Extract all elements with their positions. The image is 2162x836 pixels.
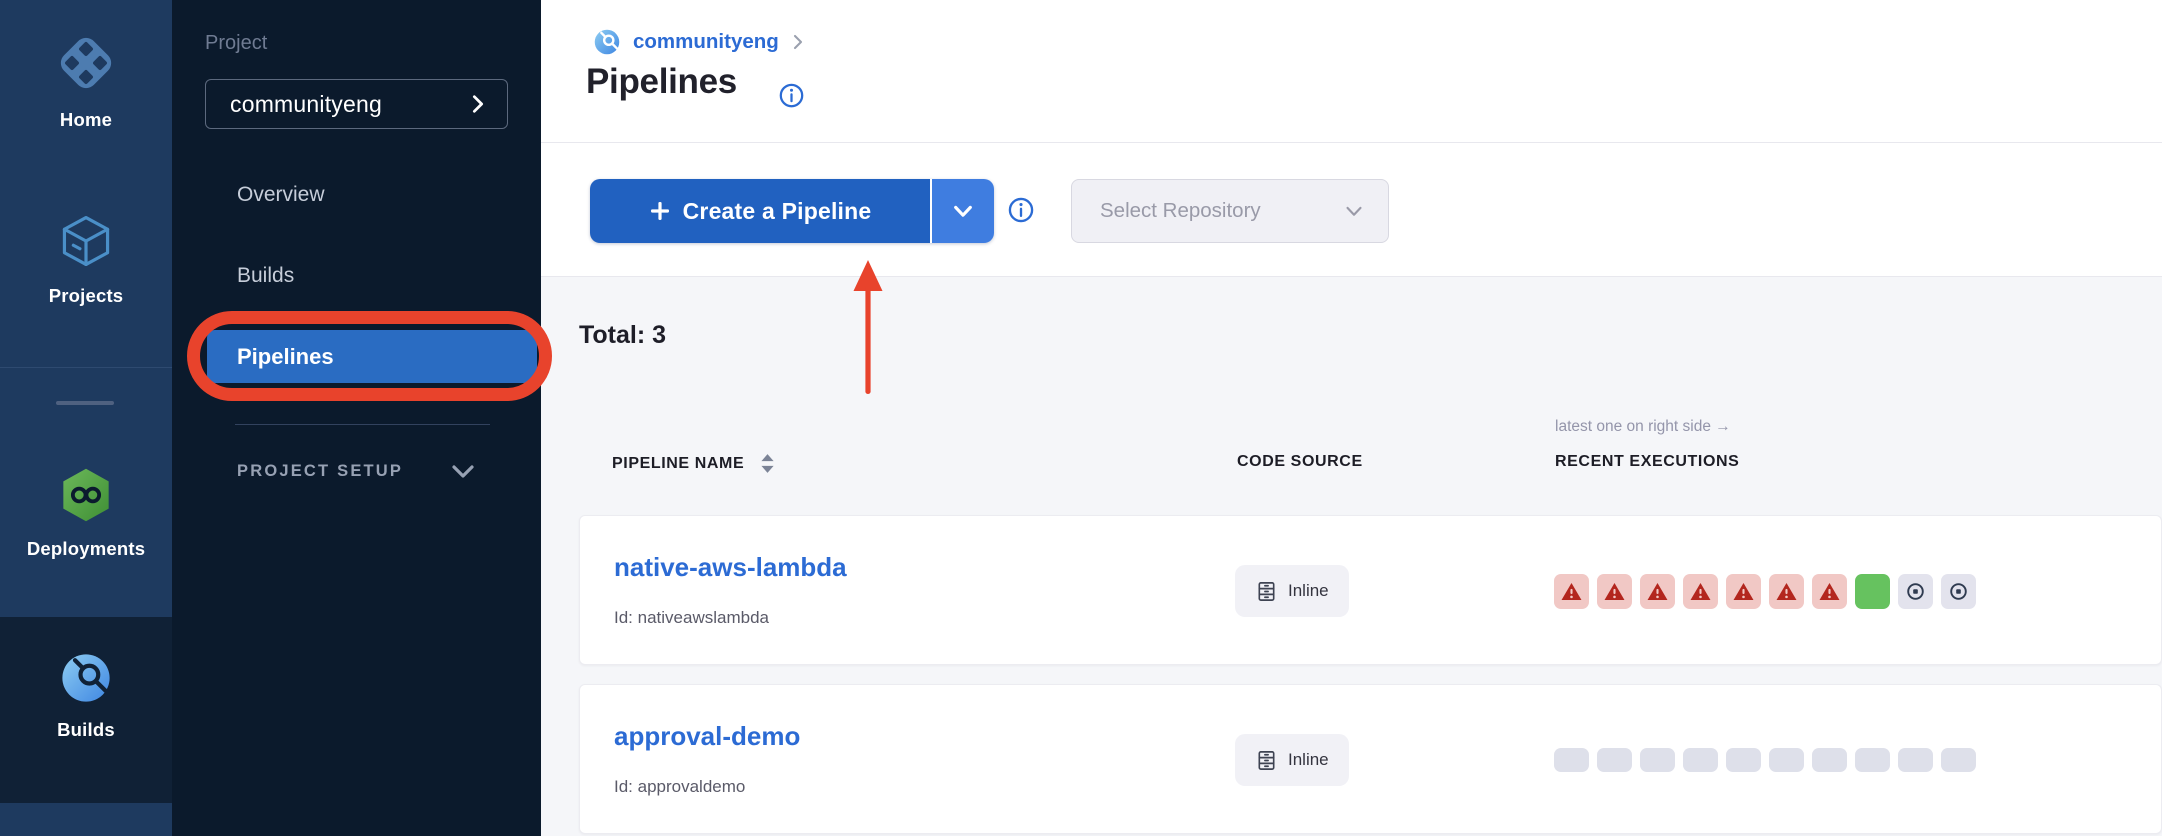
app-root: Home Projects Deployme xyxy=(0,0,2162,836)
execution-status-pending xyxy=(1640,748,1675,772)
home-icon xyxy=(54,31,118,95)
title-info-icon[interactable] xyxy=(778,82,805,109)
warning-triangle-icon xyxy=(1775,580,1798,603)
sidebar-item-overview[interactable]: Overview xyxy=(237,183,325,207)
chevron-down-icon xyxy=(451,464,475,480)
execution-status-failed[interactable] xyxy=(1769,574,1804,609)
pipeline-id: Id: approvaldemo xyxy=(614,777,745,797)
recent-executions-tiles xyxy=(1554,516,1976,666)
warning-triangle-icon xyxy=(1560,580,1583,603)
code-source-label: Inline xyxy=(1288,750,1329,770)
total-count: Total: 3 xyxy=(579,321,666,350)
execution-status-pending xyxy=(1941,748,1976,772)
column-header-code-source: CODE SOURCE xyxy=(1237,453,1363,471)
execution-status-failed[interactable] xyxy=(1554,574,1589,609)
column-header-recent-executions: RECENT EXECUTIONS xyxy=(1555,453,1739,471)
project-avatar-icon xyxy=(593,28,621,56)
rail-item-deployments[interactable]: Deployments xyxy=(0,466,172,560)
recent-executions-note: latest one on right side → xyxy=(1555,418,1731,436)
warning-triangle-icon xyxy=(1732,580,1755,603)
project-setup-label: PROJECT SETUP xyxy=(237,462,403,481)
breadcrumb-project-link[interactable]: communityeng xyxy=(633,30,779,54)
inline-store-icon xyxy=(1255,749,1278,772)
breadcrumb[interactable]: communityeng xyxy=(593,28,805,56)
warning-triangle-icon xyxy=(1603,580,1626,603)
chevron-down-icon xyxy=(952,204,974,219)
module-rail: Home Projects Deployme xyxy=(0,0,172,836)
chevron-right-icon xyxy=(469,93,487,115)
warning-triangle-icon xyxy=(1689,580,1712,603)
execution-status-pending xyxy=(1726,748,1761,772)
stopped-circle-icon xyxy=(1904,580,1927,603)
select-repository-placeholder: Select Repository xyxy=(1100,199,1261,223)
rail-item-home[interactable]: Home xyxy=(0,31,172,131)
page-header: communityeng Pipelines xyxy=(541,0,2162,143)
toolbar-info-icon[interactable] xyxy=(1007,196,1035,224)
project-setup-toggle[interactable]: PROJECT SETUP xyxy=(237,462,475,481)
sort-icon[interactable] xyxy=(760,453,775,474)
plus-icon xyxy=(649,200,671,222)
sidebar-item-pipelines-selected[interactable]: Pipelines xyxy=(207,330,537,383)
builds-circle-icon xyxy=(59,651,113,705)
rail-item-projects[interactable]: Projects xyxy=(0,211,172,307)
execution-status-pending xyxy=(1597,748,1632,772)
execution-status-pending xyxy=(1683,748,1718,772)
execution-status-pending xyxy=(1812,748,1847,772)
execution-status-pending xyxy=(1554,748,1589,772)
rail-divider-dash xyxy=(56,401,114,405)
create-pipeline-label: Create a Pipeline xyxy=(683,198,872,225)
main-area: communityeng Pipelines Create a Pipeline… xyxy=(541,0,2162,836)
chevron-down-icon xyxy=(1344,205,1364,218)
project-selector[interactable]: communityeng xyxy=(205,79,508,129)
recent-executions-tiles xyxy=(1554,685,1976,835)
execution-status-failed[interactable] xyxy=(1812,574,1847,609)
pipeline-name-link[interactable]: approval-demo xyxy=(614,721,800,752)
column-header-pipeline-name: PIPELINE NAME xyxy=(612,453,775,474)
sidebar-item-builds[interactable]: Builds xyxy=(237,264,294,288)
execution-status-failed[interactable] xyxy=(1726,574,1761,609)
pipelines-list-section: Total: 3 latest one on right side → PIPE… xyxy=(541,277,2162,836)
execution-status-failed[interactable] xyxy=(1597,574,1632,609)
project-sidebar: Project communityeng Overview Builds Pip… xyxy=(172,0,541,836)
sidebar-item-pipelines-label: Pipelines xyxy=(237,344,334,370)
code-source-badge: Inline xyxy=(1235,734,1349,786)
create-pipeline-button[interactable]: Create a Pipeline xyxy=(590,179,994,243)
create-pipeline-dropdown[interactable] xyxy=(932,179,994,243)
execution-status-success[interactable] xyxy=(1855,574,1890,609)
breadcrumb-chevron-icon xyxy=(791,33,805,51)
warning-triangle-icon xyxy=(1646,580,1669,603)
project-selector-value: communityeng xyxy=(230,91,382,118)
projects-cube-icon xyxy=(56,211,116,271)
rail-label-home: Home xyxy=(60,109,112,131)
project-label: Project xyxy=(205,32,267,55)
rail-item-builds[interactable]: Builds xyxy=(0,651,172,741)
pipeline-name-link[interactable]: native-aws-lambda xyxy=(614,552,847,583)
pipeline-id: Id: nativeawslambda xyxy=(614,608,769,628)
code-source-badge: Inline xyxy=(1235,565,1349,617)
inline-store-icon xyxy=(1255,580,1278,603)
execution-status-failed[interactable] xyxy=(1683,574,1718,609)
pipeline-row[interactable]: native-aws-lambda Id: nativeawslambda In… xyxy=(579,515,2162,665)
execution-status-aborted[interactable] xyxy=(1941,574,1976,609)
sidebar-divider xyxy=(235,424,490,425)
execution-status-failed[interactable] xyxy=(1640,574,1675,609)
select-repository-dropdown[interactable]: Select Repository xyxy=(1071,179,1389,243)
rail-label-builds: Builds xyxy=(57,719,115,741)
execution-status-pending xyxy=(1855,748,1890,772)
create-pipeline-main[interactable]: Create a Pipeline xyxy=(590,179,930,243)
code-source-label: Inline xyxy=(1288,581,1329,601)
pipelines-toolbar: Create a Pipeline Select Repository xyxy=(541,143,2162,277)
rail-label-projects: Projects xyxy=(49,285,124,307)
page-title: Pipelines xyxy=(586,62,737,102)
rail-label-deployments: Deployments xyxy=(27,538,145,560)
warning-triangle-icon xyxy=(1818,580,1841,603)
execution-status-pending xyxy=(1898,748,1933,772)
execution-status-aborted[interactable] xyxy=(1898,574,1933,609)
deployments-hexagon-icon xyxy=(57,466,115,524)
pipeline-row[interactable]: approval-demo Id: approvaldemo Inline xyxy=(579,684,2162,834)
execution-status-pending xyxy=(1769,748,1804,772)
stopped-circle-icon xyxy=(1947,580,1970,603)
